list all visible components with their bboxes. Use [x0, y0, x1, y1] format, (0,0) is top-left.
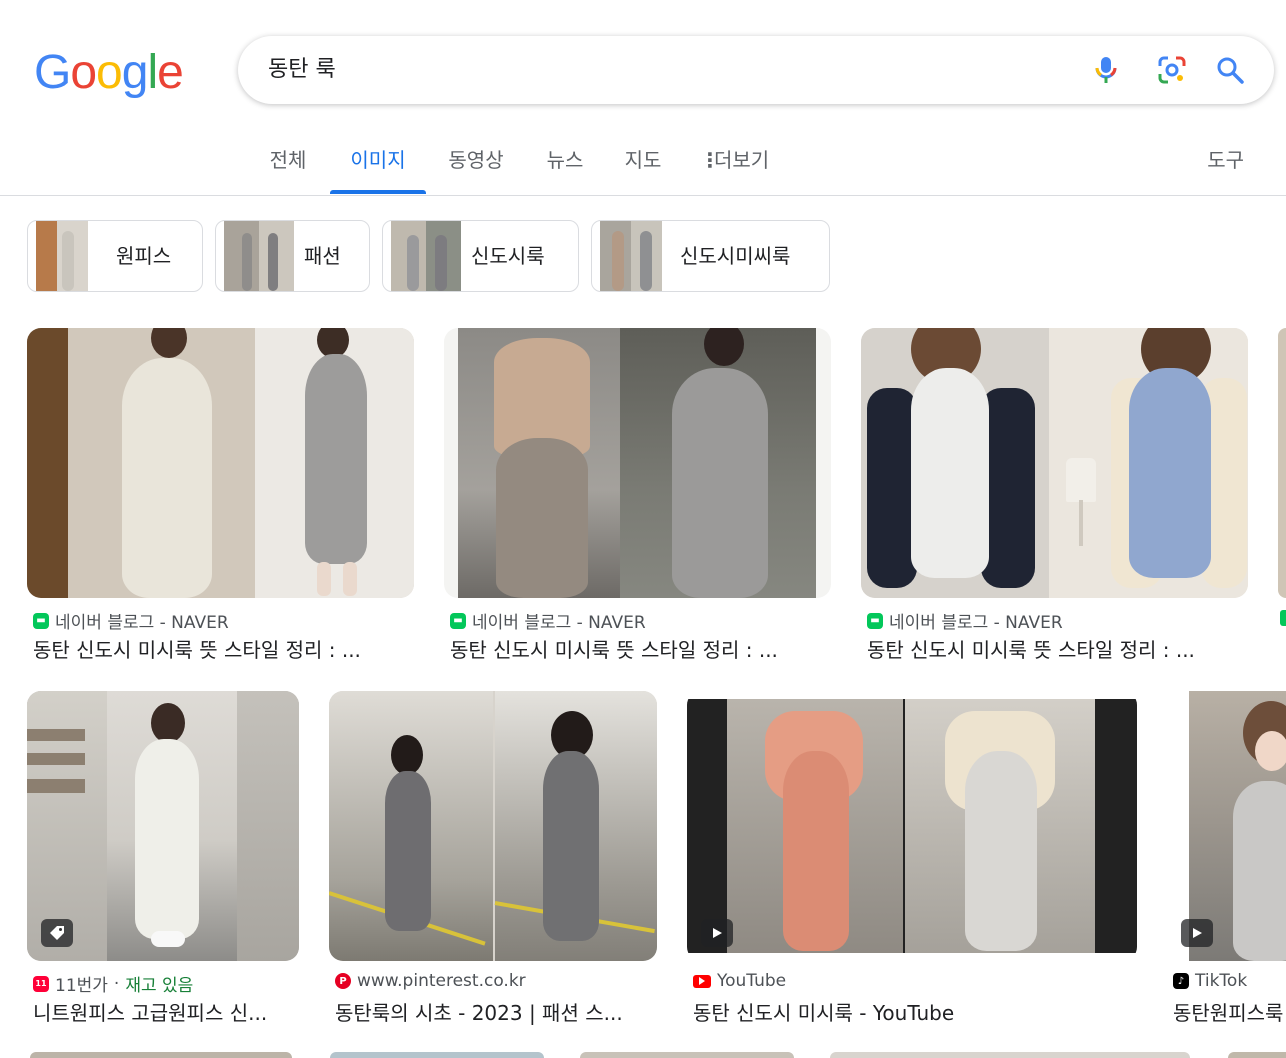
shopping-tag-icon [41, 919, 73, 947]
image-result[interactable]: ▬ 네이버 블로그 - NAVER 동탄 신도시 미시룩 뜻 스타일 정리 : .… [444, 328, 831, 668]
tab-more-label: 더보기 [714, 148, 770, 172]
partial-image-result[interactable] [30, 1052, 292, 1058]
logo-letter-2: o [70, 46, 97, 99]
image-result[interactable]: YouTube 동탄 신도시 미시룩 - YouTube [687, 691, 1137, 1031]
logo-letter-1: G [34, 46, 71, 99]
chip-fashion[interactable]: 패션 [215, 220, 370, 292]
chip-thumbnail [224, 221, 294, 291]
video-play-icon [1181, 919, 1213, 947]
google-logo[interactable]: Google [34, 46, 184, 99]
result-source: ♪ TikTok [1173, 971, 1247, 991]
result-source-text: 네이버 블로그 - NAVER [55, 613, 229, 633]
result-title[interactable]: 니트원피스 고급원피스 신... [33, 997, 297, 1026]
partial-image-result[interactable] [1228, 1052, 1286, 1058]
partial-image-result[interactable] [830, 1052, 1190, 1058]
result-title[interactable]: 동탄 신도시 미시룩 - YouTube [693, 997, 1133, 1026]
lens-camera-icon[interactable] [1152, 50, 1192, 90]
tab-maps[interactable]: 지도 [621, 130, 665, 194]
chip-label: 신도시룩 [471, 244, 545, 268]
more-vert-icon: ⋮ [700, 148, 720, 172]
result-source: ▬ 네이버 블로그 - NAVER [867, 608, 1063, 633]
search-icon[interactable] [1210, 50, 1250, 90]
result-title[interactable]: 동탄 신도시 미시룩 뜻 스타일 정리 : ... [867, 634, 1245, 663]
result-source: 11 11번가 · 재고 있음 [33, 971, 193, 996]
naver-blog-icon: ▬ [450, 612, 466, 629]
result-source-text: 네이버 블로그 - NAVER [889, 613, 1063, 633]
tab-videos[interactable]: 동영상 [444, 130, 508, 194]
tab-all[interactable]: 전체 [266, 130, 310, 194]
search-input[interactable] [268, 36, 1028, 104]
11st-icon: 11 [33, 975, 49, 992]
result-title[interactable]: 동탄룩의 시초 - 2023 | 패션 스... [335, 997, 645, 1026]
result-source-text: www.pinterest.co.kr [357, 971, 526, 991]
result-title[interactable]: 동탄원피스룩 [1173, 997, 1286, 1026]
logo-letter-4: g [121, 46, 149, 99]
image-result[interactable]: ♪ TikTok 동탄원피스룩 [1167, 691, 1286, 1031]
chip-sindosi-missy-look[interactable]: 신도시미씨룩 [591, 220, 830, 292]
result-source: YouTube [693, 971, 786, 991]
search-box [238, 36, 1274, 104]
result-source: Pwww.pinterest.co.kr [335, 971, 526, 991]
result-title[interactable]: 동탄 신도시 미시룩 뜻 스타일 정리 : ... [450, 634, 828, 663]
result-thumbnail [444, 328, 831, 598]
result-source-text: TikTok [1195, 971, 1248, 991]
result-title[interactable]: 동탄 신도시 미시룩 뜻 스타일 정리 : ... [33, 634, 411, 663]
logo-letter-6: e [157, 46, 184, 99]
youtube-icon [693, 974, 711, 988]
naver-blog-icon [1280, 610, 1286, 626]
partial-image-result[interactable] [1278, 328, 1286, 598]
tab-more[interactable]: ⋮더보기 [700, 130, 780, 194]
search-tabs: 전체 이미지 동영상 뉴스 지도 ⋮더보기 도구 [0, 130, 1286, 196]
tab-images[interactable]: 이미지 [330, 130, 426, 194]
result-source: ▬ 네이버 블로그 - NAVER [33, 608, 229, 633]
video-play-icon [701, 919, 733, 947]
chip-label: 원피스 [116, 244, 172, 268]
tools-button[interactable]: 도구 [1207, 130, 1244, 194]
in-stock-label: 재고 있음 [125, 976, 194, 996]
naver-blog-icon: ▬ [33, 612, 49, 629]
result-source: ▬ 네이버 블로그 - NAVER [450, 608, 646, 633]
chip-thumbnail [36, 221, 88, 291]
image-result[interactable]: 11 11번가 · 재고 있음 니트원피스 고급원피스 신... [27, 691, 299, 1031]
image-result[interactable]: Pwww.pinterest.co.kr 동탄룩의 시초 - 2023 | 패션… [329, 691, 657, 1031]
partial-image-result[interactable] [580, 1052, 794, 1058]
tab-news[interactable]: 뉴스 [543, 130, 587, 194]
result-thumbnail [27, 328, 414, 598]
partial-image-result[interactable] [330, 1052, 544, 1058]
result-source-text: YouTube [717, 971, 787, 991]
result-source-text: 네이버 블로그 - NAVER [472, 613, 646, 633]
source-separator: · [113, 973, 120, 994]
chip-thumbnail [600, 221, 662, 291]
chip-onepiece[interactable]: 원피스 [27, 220, 203, 292]
logo-letter-3: o [96, 46, 123, 99]
chip-sindosi-look[interactable]: 신도시룩 [382, 220, 579, 292]
voice-search-icon[interactable] [1086, 50, 1126, 90]
chip-label: 신도시미씨룩 [680, 244, 791, 268]
tiktok-icon: ♪ [1173, 973, 1189, 989]
chip-label: 패션 [304, 244, 341, 268]
naver-blog-icon: ▬ [867, 612, 883, 629]
result-thumbnail [687, 691, 1137, 961]
image-result[interactable]: ▬ 네이버 블로그 - NAVER 동탄 신도시 미시룩 뜻 스타일 정리 : .… [861, 328, 1248, 668]
image-result[interactable]: ▬ 네이버 블로그 - NAVER 동탄 신도시 미시룩 뜻 스타일 정리 : .… [27, 328, 414, 668]
chip-thumbnail [391, 221, 461, 291]
result-source-text: 11번가 [55, 976, 108, 996]
pinterest-icon: P [335, 973, 351, 989]
logo-letter-5: l [147, 46, 158, 99]
result-thumbnail [329, 691, 657, 961]
result-thumbnail [861, 328, 1248, 598]
